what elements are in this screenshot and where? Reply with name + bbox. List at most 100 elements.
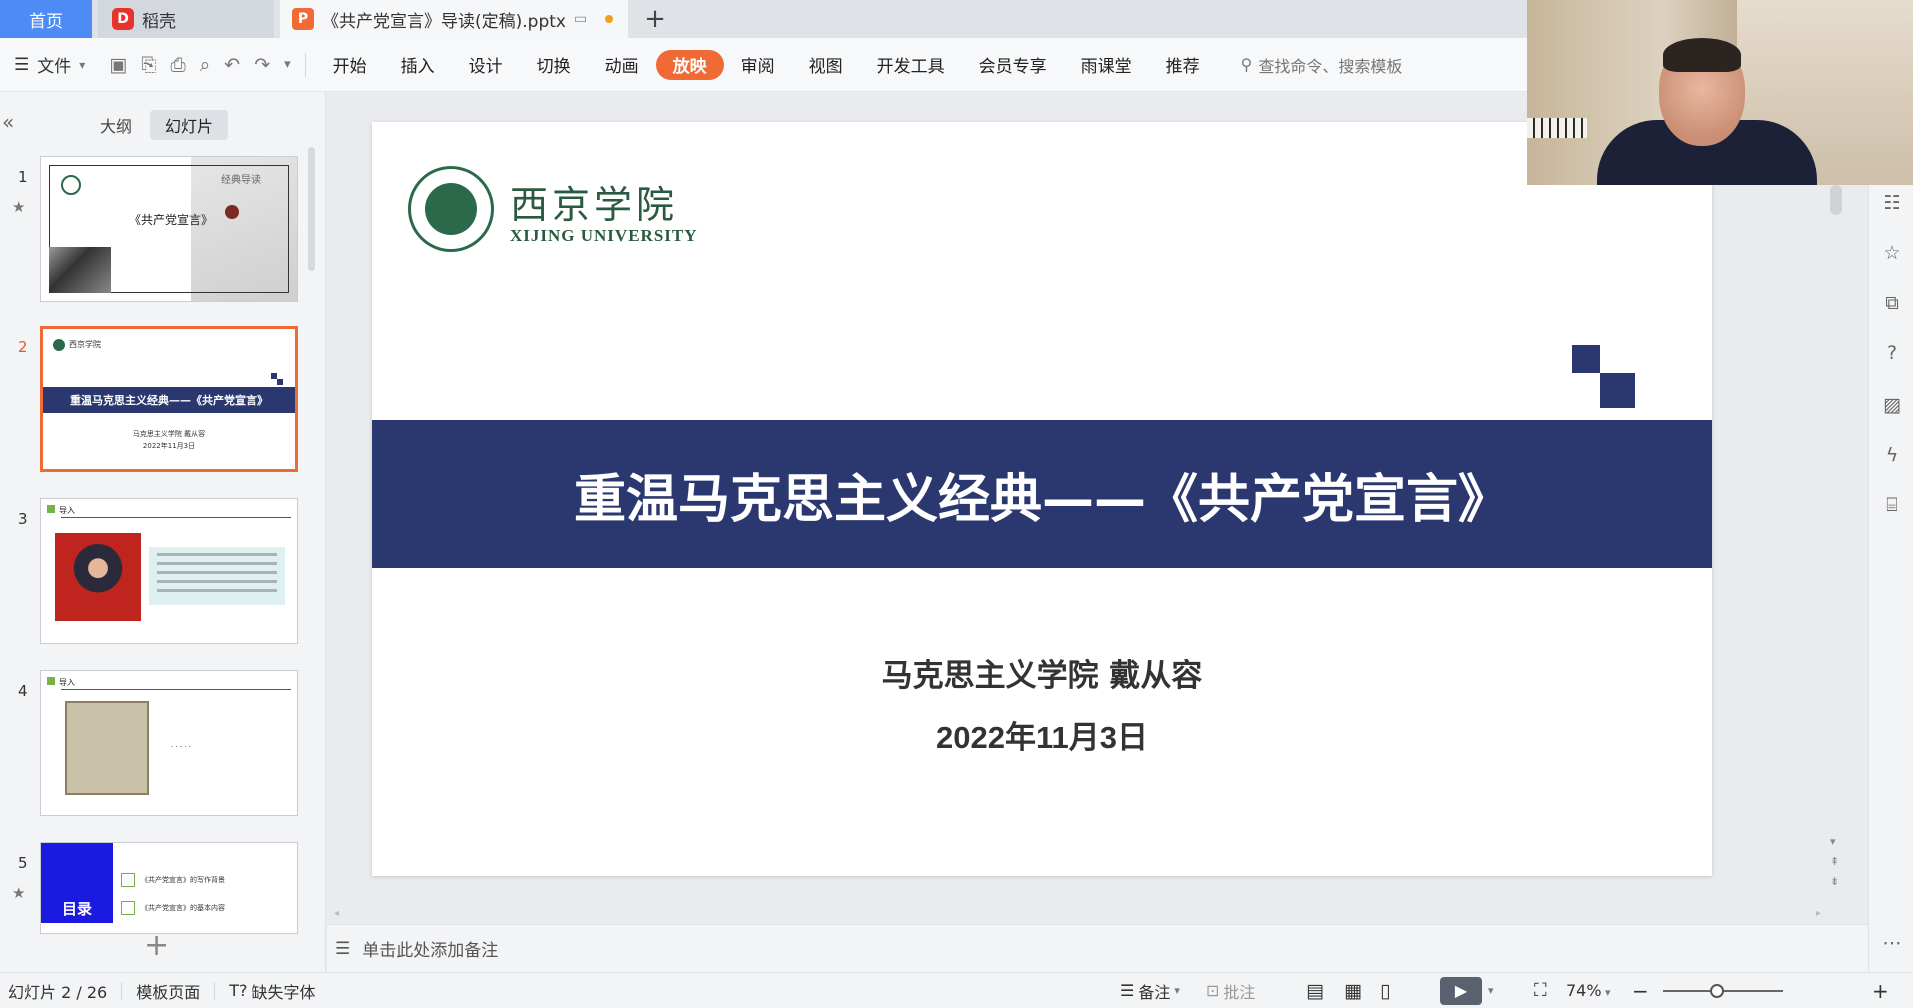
ribbon-tab-8[interactable]: 开发工具	[860, 50, 962, 80]
slide-title[interactable]: 重温马克思主义经典——《共产党宣言》	[574, 457, 1510, 532]
reading-view-icon[interactable]: ▯	[1380, 980, 1390, 1002]
ribbon-tab-7[interactable]: 视图	[792, 50, 860, 80]
slide-sorter-icon[interactable]: ▦	[1344, 980, 1362, 1002]
book-cover-image	[65, 701, 149, 795]
horizontal-scrollbar[interactable]: ◂ ▸	[330, 908, 1870, 920]
pptx-file-icon: P	[292, 8, 314, 30]
tab-document[interactable]: P 《共产党宣言》导读(定稿).pptx ▭	[280, 0, 628, 38]
status-bar: 幻灯片 2 / 26 模板页面 T? 缺失字体 ☰ 备注 ▾ ⊡ 批注 ▤ ▦ ▯ ▶ …	[0, 972, 1913, 1008]
comments-button[interactable]: ⊡ 批注	[1206, 979, 1255, 1003]
ribbon-tab-5[interactable]: 放映	[655, 49, 724, 80]
ribbon-tab-10[interactable]: 雨课堂	[1064, 50, 1149, 80]
pen-image	[49, 247, 111, 293]
command-search[interactable]: ⚲ 查找命令、搜索模板	[1241, 53, 1403, 77]
portrait-photo	[55, 533, 141, 621]
tab-daoke[interactable]: D 稻壳	[98, 0, 274, 38]
tab-slides[interactable]: 幻灯片	[150, 110, 228, 140]
export-icon[interactable]: ⎘	[141, 54, 156, 76]
slide-thumbnail-3[interactable]: 导入	[40, 498, 298, 644]
slide-thumbnail-4[interactable]: 导入 · · · · ·	[40, 670, 298, 816]
current-slide[interactable]: 西京学院 XIJING UNIVERSITY 重温马克思主义经典——《共产党宣言…	[372, 122, 1712, 876]
missing-fonts-button[interactable]: T? 缺失字体	[229, 979, 315, 1003]
decor-square	[1600, 373, 1635, 408]
slide-thumbnail-2[interactable]: 西京学院 重温马克思主义经典——《共产党宣言》 马克思主义学院 戴从容 2022…	[40, 326, 298, 472]
lightning-icon[interactable]: ϟ	[1879, 442, 1905, 468]
ribbon-tab-6[interactable]: 审阅	[724, 50, 792, 80]
ribbon-tab-4[interactable]: 动画	[588, 50, 656, 80]
chevron-down-icon: ▾	[1174, 984, 1180, 997]
ribbon-tab-3[interactable]: 切换	[520, 50, 588, 80]
slide-counter: 幻灯片 2 / 26	[8, 982, 108, 1002]
slide-thumbnail-1[interactable]: 经典导读 《共产党宣言》	[40, 156, 298, 302]
scroll-left-icon[interactable]: ◂	[334, 908, 339, 919]
tab-home[interactable]: 首页	[0, 0, 92, 38]
ribbon-tab-0[interactable]: 开始	[316, 50, 384, 80]
thumbnail-scrollbar[interactable]	[308, 147, 315, 271]
thumbnail-number: 4	[18, 682, 28, 700]
thumbnail-caption: · · · · ·	[171, 743, 192, 751]
customize-dropdown-icon[interactable]: ▾	[284, 57, 291, 72]
animation-star-icon: ★	[12, 198, 26, 216]
ribbon-tab-1[interactable]: 插入	[384, 50, 452, 80]
webcam-overlay	[1527, 0, 1913, 185]
notes-placeholder: 单击此处添加备注	[362, 941, 499, 961]
chevron-down-icon: ▾	[79, 57, 86, 72]
print-preview-icon[interactable]: ⌕	[200, 54, 211, 76]
ribbon-tab-2[interactable]: 设计	[452, 50, 520, 80]
toc-item: 《共产党宣言》的基本内容	[121, 901, 225, 915]
play-slideshow-button[interactable]: ▶	[1440, 976, 1482, 1005]
print-icon[interactable]: ⎙	[170, 54, 185, 76]
slide-author[interactable]: 马克思主义学院 戴从容	[372, 650, 1712, 695]
section-tag	[47, 677, 55, 685]
normal-view-icon[interactable]: ▤	[1306, 980, 1324, 1002]
zoom-out-icon[interactable]: −	[1632, 979, 1649, 1003]
help-icon[interactable]: ?	[1879, 340, 1905, 366]
zoom-slider-handle[interactable]	[1710, 984, 1724, 998]
slide-thumbnail-5[interactable]: 目录 《共产党宣言》的写作背景 《共产党宣言》的基本内容	[40, 842, 298, 934]
plus-icon: +	[644, 4, 666, 34]
play-icon: ▶	[1454, 981, 1468, 1000]
new-tab-button[interactable]: +	[640, 0, 670, 38]
decor-square	[1572, 345, 1600, 373]
tab-outline[interactable]: 大纲	[88, 110, 144, 140]
zoom-level[interactable]: 74% ▾	[1566, 981, 1611, 1000]
collapse-panel-icon[interactable]: «	[2, 110, 14, 134]
undo-icon[interactable]: ↶	[224, 54, 240, 76]
thumbnail-header: 导入	[59, 678, 75, 687]
notes-area[interactable]: ☰ 单击此处添加备注	[327, 924, 1868, 972]
template-page-button[interactable]: 模板页面	[136, 979, 200, 1003]
comments-label: 批注	[1223, 982, 1256, 1002]
notes-icon: ☰	[335, 938, 351, 959]
more-icon[interactable]: ⋯	[1879, 930, 1905, 956]
scroll-right-icon[interactable]: ▸	[1816, 908, 1821, 919]
zoom-slider[interactable]	[1663, 984, 1783, 998]
zoom-in-icon[interactable]: +	[1872, 979, 1889, 1003]
slide-date[interactable]: 2022年11月3日	[372, 712, 1712, 757]
toc-item: 《共产党宣言》的写作背景	[121, 873, 225, 887]
title-band: 重温马克思主义经典——《共产党宣言》	[372, 420, 1712, 568]
add-slide-button[interactable]: +	[144, 928, 169, 963]
logo-chinese-name: 西京学院	[510, 183, 679, 227]
redo-icon[interactable]: ↷	[254, 54, 270, 76]
save-icon[interactable]: ▣	[109, 54, 127, 76]
image-tool-icon[interactable]: ▨	[1879, 392, 1905, 418]
vertical-scrollbar[interactable]	[1830, 185, 1842, 215]
file-menu-button[interactable]: ☰ 文件 ▾	[14, 52, 86, 78]
animation-star-icon: ★	[12, 884, 26, 902]
notes-toggle-label: 备注	[1138, 982, 1171, 1002]
file-menu-label: 文件	[37, 57, 72, 77]
properties-icon[interactable]: ☷	[1879, 190, 1905, 216]
transition-icon[interactable]: ⧉	[1879, 290, 1905, 316]
notes-toggle-button[interactable]: ☰ 备注 ▾	[1120, 979, 1180, 1003]
section-tag	[47, 505, 55, 513]
monitor-icon[interactable]: ▭	[574, 11, 587, 27]
ribbon-tab-9[interactable]: 会员专享	[962, 50, 1064, 80]
animation-star-icon[interactable]: ☆	[1879, 240, 1905, 266]
chevron-down-icon[interactable]: ▾	[1488, 984, 1494, 997]
font-icon: T?	[229, 981, 248, 1000]
ribbon-tab-11[interactable]: 推荐	[1149, 50, 1217, 80]
book-icon[interactable]: ⌸	[1879, 492, 1905, 518]
logo-english-name: XIJING UNIVERSITY	[510, 226, 698, 245]
fit-window-icon[interactable]: ⛶	[1534, 980, 1547, 1001]
scroll-arrows[interactable]: ▾ ⇞ ⇟	[1830, 832, 1839, 892]
